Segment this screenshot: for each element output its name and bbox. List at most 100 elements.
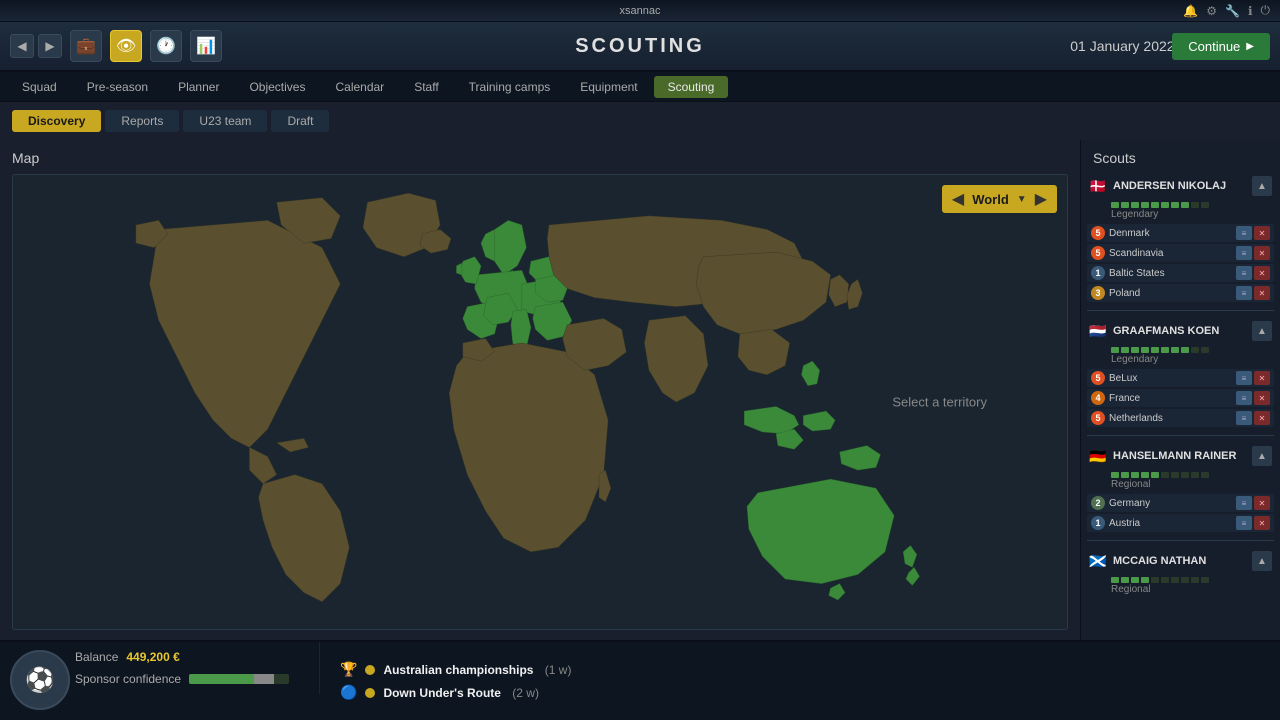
map-container[interactable]: ◀ World ▼ ▶ Select a territory — [12, 174, 1068, 630]
h-dot4 — [1141, 472, 1149, 478]
scout-header-hanselmann: 🇩🇪 HANSELMANN RAINER ▲ — [1087, 442, 1274, 470]
priority-5: 5 — [1091, 226, 1105, 240]
scout-block-andersen: 🇩🇰 ANDERSEN NIKOLAJ ▲ — [1087, 172, 1274, 302]
event-row-trophy: 🏆 Australian championships (1 w) — [340, 661, 1260, 678]
tab-squad[interactable]: Squad — [8, 76, 71, 98]
bottom-right: 🏆 Australian championships (1 w) 🔵 Down … — [320, 642, 1280, 720]
scout-block-hanselmann: 🇩🇪 HANSELMANN RAINER ▲ — [1087, 442, 1274, 532]
wrench-icon[interactable]: 🔧 — [1225, 4, 1240, 18]
remove-denmark[interactable]: ✕ — [1254, 226, 1270, 240]
club-icon[interactable]: ⚽ — [10, 650, 70, 710]
info-icon[interactable]: ℹ — [1248, 4, 1253, 18]
power-icon[interactable]: ⏻ — [1261, 3, 1271, 18]
tab-scouting[interactable]: Scouting — [654, 76, 729, 98]
m-dot6 — [1161, 577, 1169, 583]
territory-name-france: France — [1109, 393, 1232, 404]
territory-actions-netherlands: ≡ ✕ — [1236, 411, 1270, 425]
dot7 — [1171, 202, 1179, 208]
dot9 — [1191, 202, 1199, 208]
chart-icon[interactable]: 📊 — [190, 30, 222, 62]
select-territory-text: Select a territory — [892, 395, 987, 410]
remove-baltic[interactable]: ✕ — [1254, 266, 1270, 280]
remove-netherlands[interactable]: ✕ — [1254, 411, 1270, 425]
tab-objectives[interactable]: Objectives — [235, 76, 319, 98]
scout-rating-graafmans — [1087, 345, 1274, 354]
territory-baltic: 1 Baltic States ≡ ✕ — [1087, 264, 1274, 282]
territory-name-denmark: Denmark — [1109, 228, 1232, 239]
territory-name-germany: Germany — [1109, 498, 1232, 509]
edit-belux[interactable]: ≡ — [1236, 371, 1252, 385]
territory-name-austria: Austria — [1109, 518, 1232, 529]
flag-netherlands: 🇳🇱 — [1089, 325, 1107, 337]
forward-button[interactable]: ▶ — [38, 34, 62, 58]
remove-scandinavia[interactable]: ✕ — [1254, 246, 1270, 260]
map-area: Map ◀ World ▼ ▶ Select a territory — [0, 140, 1080, 640]
scout-header-mccaig: 🏴󠁧󠁢󠁳󠁣󠁴󠁿 MCCAIG NATHAN ▲ — [1087, 547, 1274, 575]
scout-name-mccaig: MCCAIG NATHAN — [1113, 555, 1246, 567]
territory-actions-scandinavia: ≡ ✕ — [1236, 246, 1270, 260]
g-dot4 — [1141, 347, 1149, 353]
tab-training-camps[interactable]: Training camps — [455, 76, 565, 98]
remove-belux[interactable]: ✕ — [1254, 371, 1270, 385]
nav-tabs: Squad Pre-season Planner Objectives Cale… — [0, 72, 1280, 102]
clock-icon[interactable]: 🕐 — [150, 30, 182, 62]
tab-equipment[interactable]: Equipment — [566, 76, 651, 98]
g-dot1 — [1111, 347, 1119, 353]
briefcase-icon[interactable]: 💼 — [70, 30, 102, 62]
priority-4: 4 — [1091, 391, 1105, 405]
edit-poland[interactable]: ≡ — [1236, 286, 1252, 300]
dot6 — [1161, 202, 1169, 208]
g-dot6 — [1161, 347, 1169, 353]
confidence-label: Sponsor confidence — [75, 672, 181, 686]
edit-austria[interactable]: ≡ — [1236, 516, 1252, 530]
event-text-championships: Australian championships — [383, 663, 533, 677]
top-bar: xsannac 🔔 ⚙ 🔧 ℹ ⏻ — [0, 0, 1280, 22]
edit-netherlands[interactable]: ≡ — [1236, 411, 1252, 425]
tab-calendar[interactable]: Calendar — [321, 76, 398, 98]
tab-preseason[interactable]: Pre-season — [73, 76, 162, 98]
territory-name-belux: BeLux — [1109, 373, 1232, 384]
territory-name-netherlands: Netherlands — [1109, 413, 1232, 424]
tab-staff[interactable]: Staff — [400, 76, 452, 98]
tab-planner[interactable]: Planner — [164, 76, 233, 98]
m-dot4 — [1141, 577, 1149, 583]
remove-austria[interactable]: ✕ — [1254, 516, 1270, 530]
back-button[interactable]: ◀ — [10, 34, 34, 58]
balance-value: 449,200 € — [126, 650, 179, 664]
scout-header-graafmans: 🇳🇱 GRAAFMANS KOEN ▲ — [1087, 317, 1274, 345]
scout-rank-btn-mccaig[interactable]: ▲ — [1252, 551, 1272, 571]
edit-scandinavia[interactable]: ≡ — [1236, 246, 1252, 260]
scouts-list: 🇩🇰 ANDERSEN NIKOLAJ ▲ — [1081, 172, 1280, 640]
scouting-icon[interactable]: 👁 — [110, 30, 142, 62]
territory-actions-austria: ≡ ✕ — [1236, 516, 1270, 530]
remove-poland[interactable]: ✕ — [1254, 286, 1270, 300]
edit-baltic[interactable]: ≡ — [1236, 266, 1252, 280]
event-detail-1w: (1 w) — [541, 663, 571, 677]
subtab-draft[interactable]: Draft — [271, 110, 329, 132]
continue-button[interactable]: Continue — [1172, 33, 1270, 60]
scout-rank-btn-hanselmann[interactable]: ▲ — [1252, 446, 1272, 466]
remove-germany[interactable]: ✕ — [1254, 496, 1270, 510]
scout-rating-hanselmann — [1087, 470, 1274, 479]
territory-actions-poland: ≡ ✕ — [1236, 286, 1270, 300]
divider-2 — [1087, 435, 1274, 436]
bell-icon[interactable]: 🔔 — [1183, 4, 1198, 18]
scout-header-andersen: 🇩🇰 ANDERSEN NIKOLAJ ▲ — [1087, 172, 1274, 200]
g-dot2 — [1121, 347, 1129, 353]
sub-tabs: Discovery Reports U23 team Draft — [0, 102, 1280, 140]
subtab-u23[interactable]: U23 team — [183, 110, 267, 132]
scout-rank-btn-andersen[interactable]: ▲ — [1252, 176, 1272, 196]
edit-germany[interactable]: ≡ — [1236, 496, 1252, 510]
subtab-discovery[interactable]: Discovery — [12, 110, 101, 132]
m-dot1 — [1111, 577, 1119, 583]
gear-icon[interactable]: ⚙ — [1206, 4, 1217, 18]
scouts-panel: Scouts 🇩🇰 ANDERSEN NIKOLAJ ▲ — [1080, 140, 1280, 640]
h-dot10 — [1201, 472, 1209, 478]
subtab-reports[interactable]: Reports — [105, 110, 179, 132]
edit-france[interactable]: ≡ — [1236, 391, 1252, 405]
scout-name-andersen: ANDERSEN NIKOLAJ — [1113, 180, 1246, 192]
world-selector[interactable]: ◀ World ▼ ▶ — [942, 185, 1057, 213]
scout-rank-btn-graafmans[interactable]: ▲ — [1252, 321, 1272, 341]
remove-france[interactable]: ✕ — [1254, 391, 1270, 405]
edit-denmark[interactable]: ≡ — [1236, 226, 1252, 240]
